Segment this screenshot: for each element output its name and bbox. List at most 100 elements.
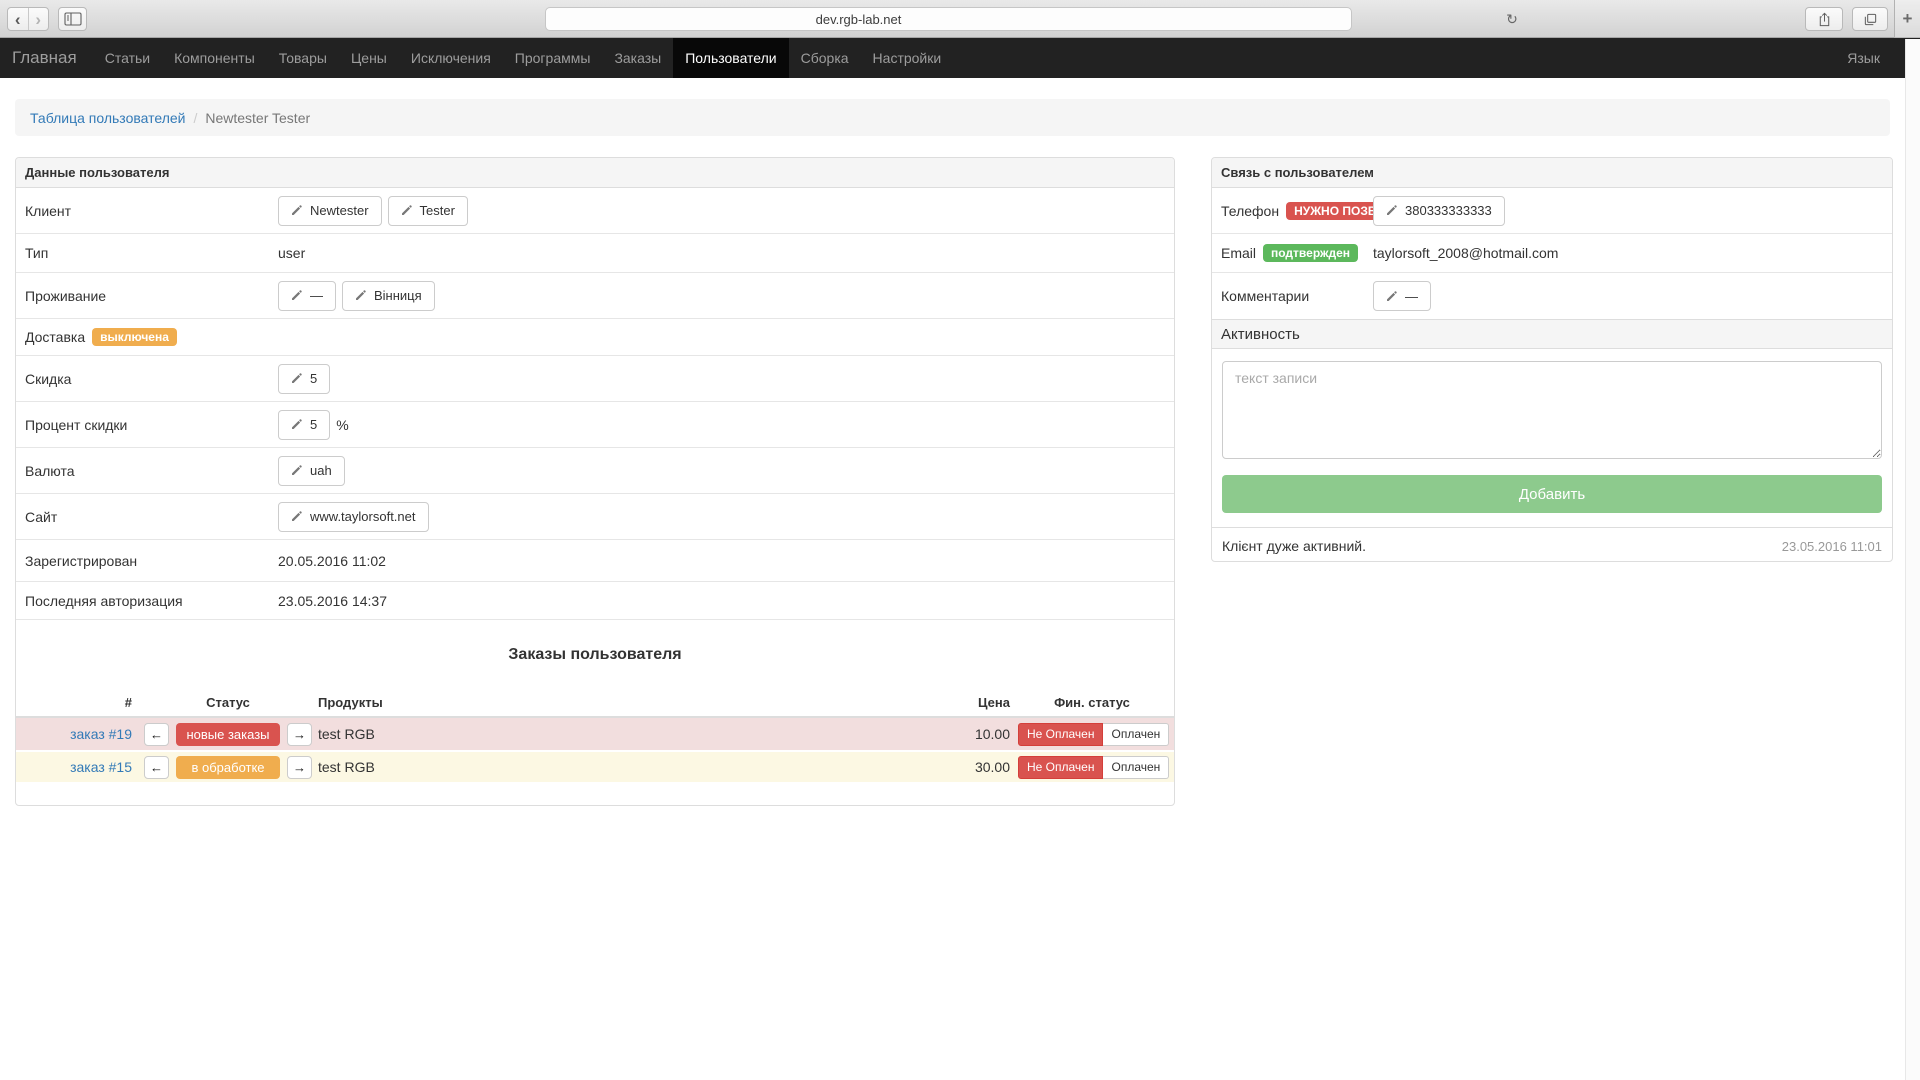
user-data-panel-title: Данные пользователя	[16, 158, 1174, 188]
percent-suffix: %	[336, 417, 348, 433]
plus-icon: +	[1903, 9, 1913, 29]
edit-comments-button[interactable]: —	[1373, 281, 1431, 311]
tab-overview-button[interactable]	[1852, 7, 1888, 31]
client-label: Клиент	[16, 203, 278, 219]
nav-item-orders[interactable]: Заказы	[602, 38, 673, 78]
unpaid-button[interactable]: Не Оплачен	[1018, 756, 1103, 779]
arrow-left-icon: ←	[150, 760, 163, 775]
orders-title: Заказы пользователя	[16, 646, 1174, 666]
browser-toolbar: ‹ › dev.rgb-lab.net ↻ +	[0, 0, 1920, 38]
nav-item-users[interactable]: Пользователи	[673, 38, 788, 78]
row-registered: Зарегистрирован 20.05.2016 11:02	[16, 540, 1174, 582]
activity-note-input[interactable]	[1222, 361, 1882, 459]
region-value: —	[310, 288, 323, 303]
pencil-icon	[291, 290, 302, 301]
last-auth-label: Последняя авторизация	[16, 593, 278, 609]
order-products: test RGB	[316, 726, 810, 742]
edit-city-button[interactable]: Вінниця	[342, 281, 435, 311]
navbar-brand[interactable]: Главная	[12, 38, 93, 78]
order-link[interactable]: заказ #15	[70, 759, 132, 775]
back-button[interactable]: ‹	[8, 8, 28, 30]
orders-header-num: #	[16, 695, 140, 710]
nav-item-language[interactable]: Язык	[1847, 38, 1880, 78]
paid-button[interactable]: Оплачен	[1103, 756, 1169, 779]
breadcrumb: Таблица пользователей / Newtester Tester	[15, 99, 1890, 136]
order-row: заказ #15 ← в обработке → test RGB 30.00…	[16, 750, 1174, 782]
share-button[interactable]	[1805, 7, 1843, 31]
forward-button[interactable]: ›	[28, 8, 49, 30]
edit-discount-percent-button[interactable]: 5	[278, 410, 330, 440]
edit-phone-button[interactable]: 380333333333	[1373, 196, 1505, 226]
edit-last-name-button[interactable]: Tester	[388, 196, 468, 226]
nav-item-settings[interactable]: Настройки	[861, 38, 954, 78]
nav-item-prices[interactable]: Цены	[339, 38, 399, 78]
arrow-right-icon: →	[293, 727, 306, 742]
status-prev-button[interactable]: ←	[144, 756, 169, 779]
contact-panel-title: Связь с пользователем	[1212, 158, 1892, 188]
activity-entry: Клієнт дуже активний. 23.05.2016 11:01	[1212, 527, 1892, 564]
arrow-right-icon: →	[293, 760, 306, 775]
last-name-value: Tester	[420, 203, 455, 218]
orders-header-row: # Статус Продукты Цена Фин. статус	[16, 688, 1174, 718]
row-email: Email подтвержден taylorsoft_2008@hotmai…	[1212, 234, 1892, 273]
reload-button[interactable]: ↻	[1501, 9, 1523, 29]
scrollbar-track[interactable]	[1905, 39, 1920, 1080]
paid-button[interactable]: Оплачен	[1103, 723, 1169, 746]
status-next-button[interactable]: →	[287, 723, 312, 746]
pencil-icon	[291, 205, 302, 216]
order-link[interactable]: заказ #19	[70, 726, 132, 742]
pencil-icon	[291, 465, 302, 476]
row-discount-percent: Процент скидки 5 %	[16, 402, 1174, 448]
row-site: Сайт www.taylorsoft.net	[16, 494, 1174, 540]
order-status-badge: новые заказы	[176, 723, 280, 746]
order-products: test RGB	[316, 759, 810, 775]
registered-value: 20.05.2016 11:02	[278, 553, 386, 569]
pencil-icon	[1386, 291, 1397, 302]
delivery-status-badge: выключена	[92, 328, 177, 346]
share-icon	[1817, 12, 1832, 27]
orders-header-products: Продукты	[316, 695, 810, 710]
contact-panel: Связь с пользователем Телефон НУЖНО ПОЗВ…	[1211, 157, 1893, 562]
address-bar[interactable]: dev.rgb-lab.net ↻	[545, 7, 1352, 31]
sidebar-button[interactable]	[58, 7, 87, 31]
site-value: www.taylorsoft.net	[310, 509, 416, 524]
nav-item-articles[interactable]: Статьи	[93, 38, 162, 78]
row-residence: Проживание — Вінниця	[16, 273, 1174, 319]
activity-section-title: Активность	[1212, 319, 1892, 349]
activity-entry-text: Клієнт дуже активний.	[1222, 538, 1366, 554]
row-comments: Комментарии —	[1212, 273, 1892, 319]
edit-region-button[interactable]: —	[278, 281, 336, 311]
breadcrumb-current: Newtester Tester	[205, 110, 310, 126]
edit-currency-button[interactable]: uah	[278, 456, 345, 486]
order-price: 10.00	[810, 726, 1010, 742]
status-next-button[interactable]: →	[287, 756, 312, 779]
nav-item-exceptions[interactable]: Исключения	[399, 38, 503, 78]
pencil-icon	[401, 205, 412, 216]
unpaid-button[interactable]: Не Оплачен	[1018, 723, 1103, 746]
back-icon: ‹	[15, 11, 21, 28]
user-data-panel: Данные пользователя Клиент Newtester Tes…	[15, 157, 1175, 806]
edit-discount-button[interactable]: 5	[278, 364, 330, 394]
pencil-icon	[291, 511, 302, 522]
registered-label: Зарегистрирован	[16, 553, 278, 569]
nav-item-components[interactable]: Компоненты	[162, 38, 267, 78]
nav-item-programs[interactable]: Программы	[503, 38, 603, 78]
edit-first-name-button[interactable]: Newtester	[278, 196, 382, 226]
breadcrumb-users-table-link[interactable]: Таблица пользователей	[30, 110, 185, 126]
activity-entry-time: 23.05.2016 11:01	[1782, 539, 1882, 554]
history-nav-group: ‹ ›	[7, 7, 49, 31]
add-note-button[interactable]: Добавить	[1222, 475, 1882, 513]
new-tab-button[interactable]: +	[1894, 0, 1920, 38]
row-discount: Скидка 5	[16, 356, 1174, 402]
row-phone: Телефон НУЖНО ПОЗВОНИТЬ 380333333333	[1212, 188, 1892, 234]
nav-item-goods[interactable]: Товары	[267, 38, 339, 78]
type-value: user	[278, 245, 305, 261]
city-value: Вінниця	[374, 288, 422, 303]
order-status-badge: в обработке	[176, 756, 280, 779]
discount-percent-label: Процент скидки	[16, 417, 278, 433]
status-prev-button[interactable]: ←	[144, 723, 169, 746]
edit-site-button[interactable]: www.taylorsoft.net	[278, 502, 429, 532]
orders-header-price: Цена	[810, 695, 1010, 710]
tabs-icon	[1863, 12, 1878, 27]
nav-item-build[interactable]: Сборка	[789, 38, 861, 78]
